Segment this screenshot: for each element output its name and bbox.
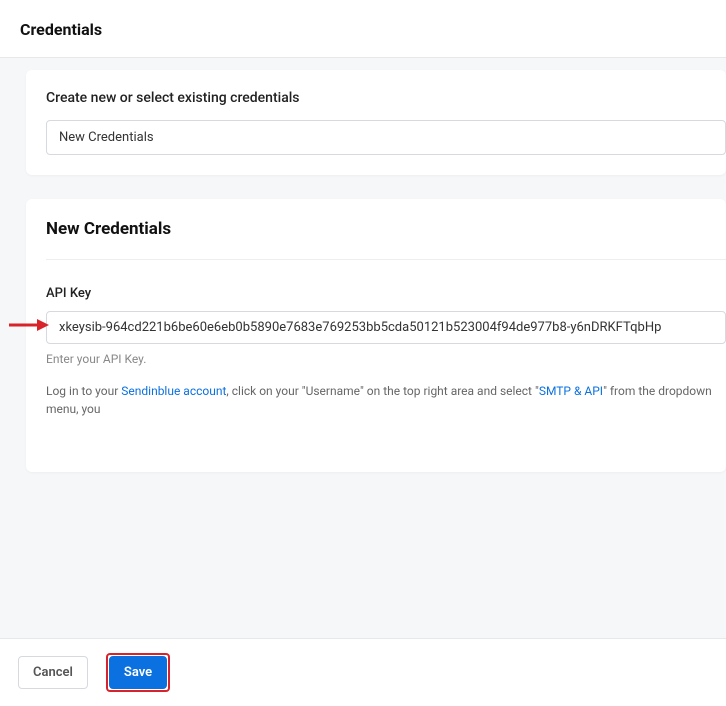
save-highlight-annotation: Save <box>106 653 170 692</box>
new-credentials-title: New Credentials <box>46 219 726 260</box>
api-key-label: API Key <box>46 286 726 301</box>
api-key-info: Log in to your Sendinblue account, click… <box>46 382 726 418</box>
new-credentials-card: New Credentials API Key Enter your API K… <box>26 199 726 472</box>
select-credentials-label: Create new or select existing credential… <box>46 90 726 106</box>
smtp-api-link[interactable]: SMTP & API <box>539 384 603 398</box>
info-prefix: Log in to your <box>46 384 121 398</box>
page-title: Credentials <box>20 20 706 39</box>
api-key-input[interactable] <box>46 311 726 344</box>
info-mid: , click on your "Username" on the top ri… <box>226 384 538 398</box>
footer-bar: Cancel Save <box>0 638 726 706</box>
save-button[interactable]: Save <box>109 656 167 689</box>
select-credentials-card: Create new or select existing credential… <box>26 70 726 175</box>
page-header: Credentials <box>0 0 726 58</box>
credentials-select[interactable]: New Credentials <box>46 120 726 155</box>
api-key-section: API Key Enter your API Key. Log in to yo… <box>46 260 726 418</box>
cancel-button[interactable]: Cancel <box>18 656 88 689</box>
content-area: Create new or select existing credential… <box>0 58 726 646</box>
api-key-help: Enter your API Key. <box>46 352 726 366</box>
sendinblue-link[interactable]: Sendinblue account <box>121 384 226 398</box>
